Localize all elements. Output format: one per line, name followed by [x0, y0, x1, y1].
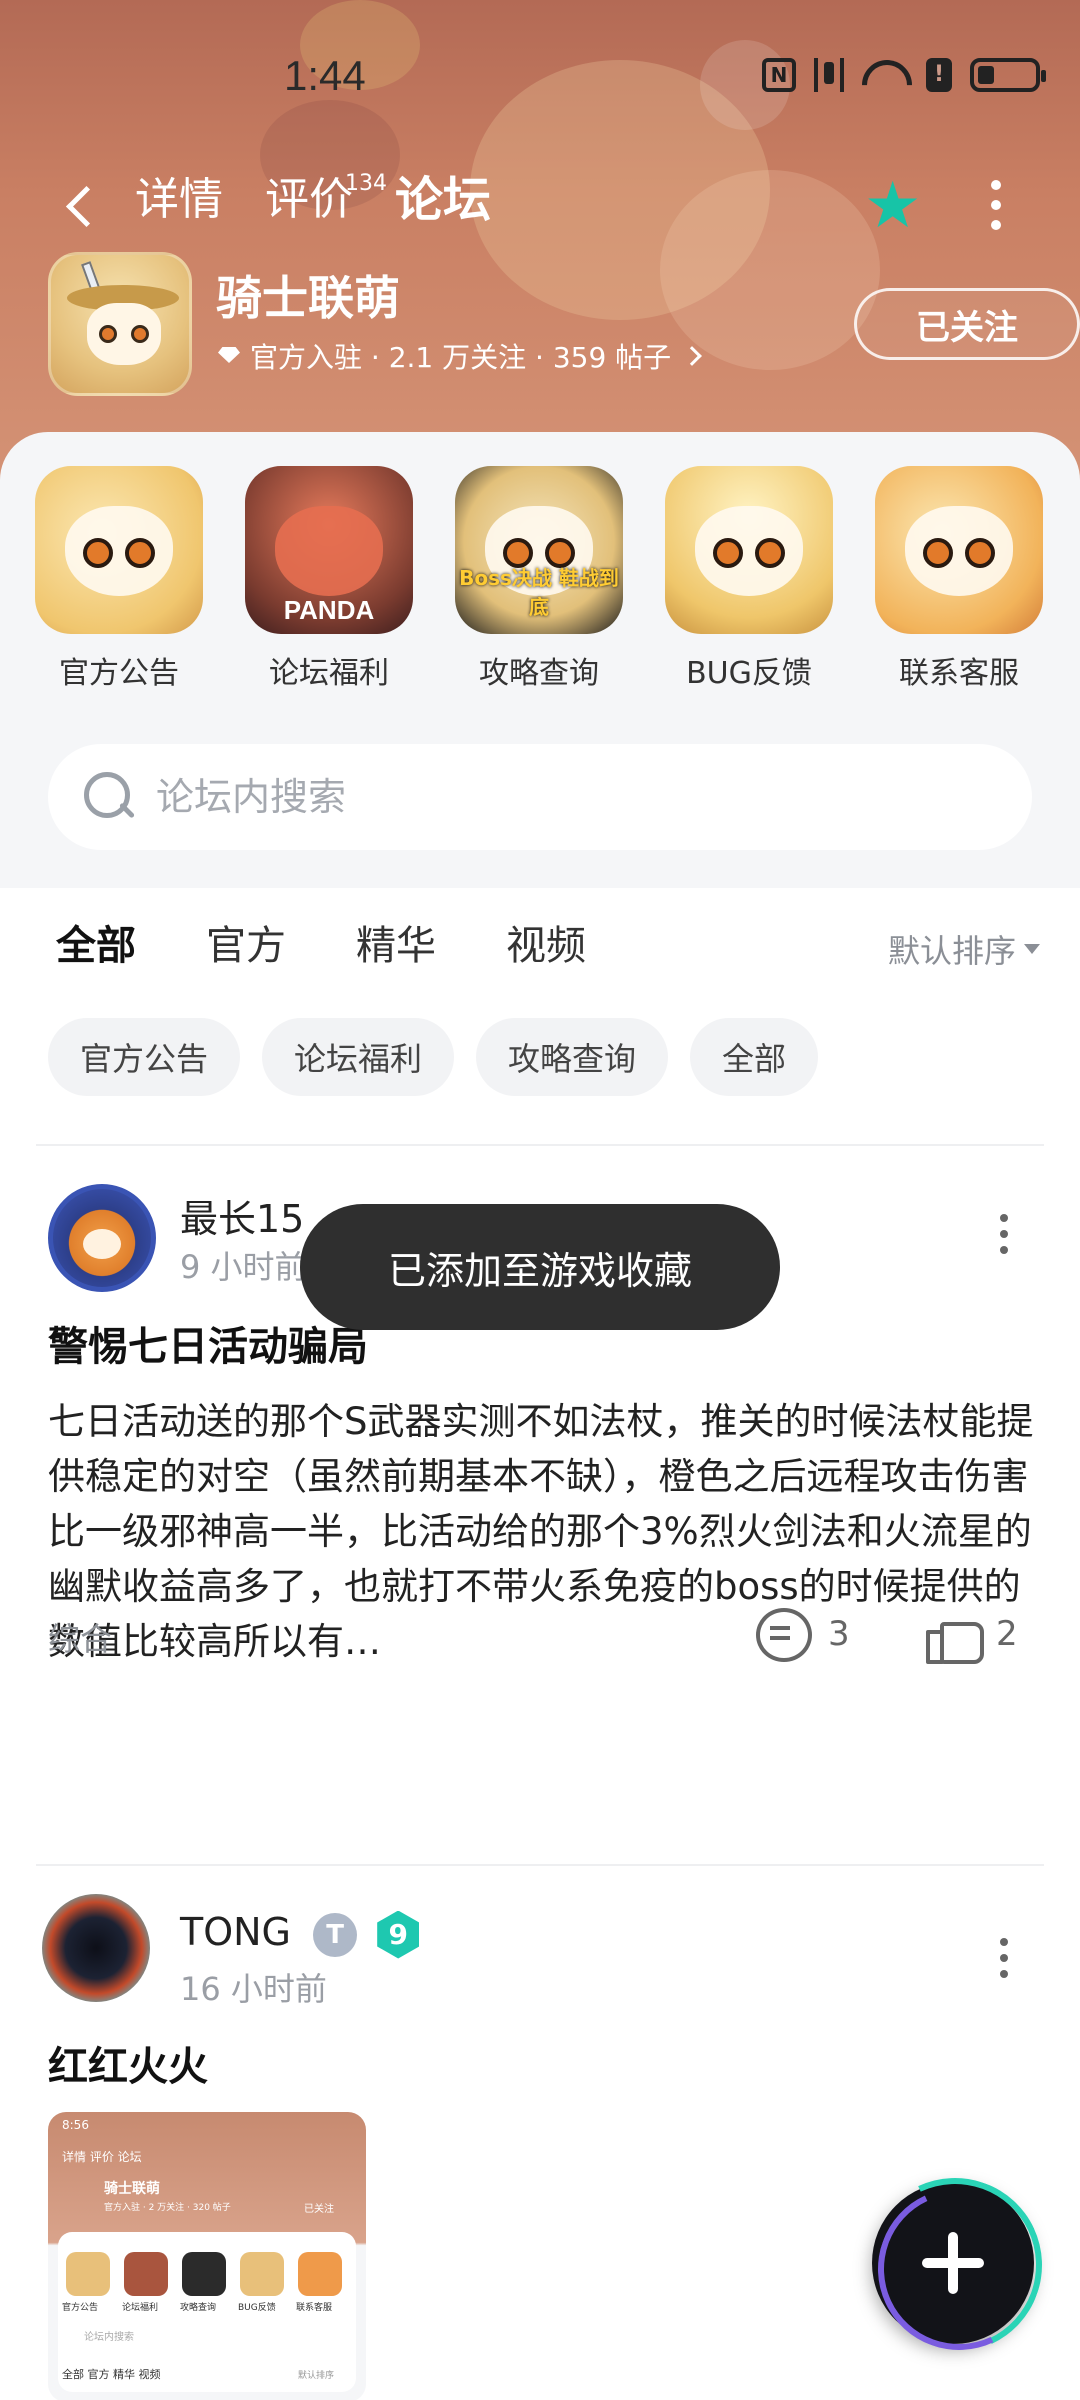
quick-links: 官方公告 PANDA 论坛福利 Boss决战 鞋战到底 攻略查询 BUG反馈 联… — [0, 466, 1080, 706]
avatar[interactable] — [42, 1894, 150, 2002]
top-nav: 详情 评价 134 论坛 ★ — [0, 160, 1080, 250]
post-body[interactable]: 七日活动送的那个S武器实测不如法杖，推关的时候法杖能提供稳定的对空（虽然前期基本… — [48, 1394, 1038, 1669]
more-options-icon[interactable] — [988, 180, 1004, 230]
chip-guide[interactable]: 攻略查询 — [476, 1018, 669, 1096]
chip-announcement[interactable]: 官方公告 — [48, 1018, 241, 1096]
support-image — [875, 466, 1043, 634]
comment-count: 3 — [828, 1614, 850, 1654]
quick-link-bug-report[interactable]: BUG反馈 — [644, 466, 854, 692]
alert-icon: ! — [926, 58, 952, 92]
chevron-right-icon — [682, 346, 703, 366]
diamond-icon — [216, 345, 242, 367]
welfare-image: PANDA — [245, 466, 413, 634]
chip-all[interactable]: 全部 — [690, 1018, 819, 1096]
guide-image: Boss决战 鞋战到底 — [455, 466, 623, 634]
quick-link-support[interactable]: 联系客服 — [854, 466, 1064, 692]
post-author[interactable]: 最长15 — [180, 1188, 304, 1243]
create-post-fab[interactable] — [872, 2182, 1034, 2344]
status-bar: 1:44 N ! — [0, 40, 1080, 110]
wifi-icon — [862, 58, 908, 92]
tab-details[interactable]: 详情 — [135, 170, 223, 230]
favorite-star-button[interactable]: ★ — [864, 174, 928, 238]
divider — [36, 1864, 1044, 1866]
bug-report-image — [665, 466, 833, 634]
back-arrow-icon[interactable] — [60, 180, 100, 230]
game-logo[interactable] — [48, 252, 192, 396]
tab-reviews[interactable]: 评价 134 — [265, 170, 387, 230]
filter-tab-all[interactable]: 全部 — [56, 918, 136, 974]
search-input[interactable] — [156, 772, 976, 822]
announcement-image — [35, 466, 203, 634]
battery-icon — [970, 58, 1046, 92]
post-title[interactable]: 警惕七日活动骗局 — [48, 1314, 368, 1372]
user-badge: T — [313, 1912, 358, 1957]
category-chips: 官方公告 论坛福利 攻略查询 全部 — [48, 1018, 819, 1096]
level-badge: 9 — [377, 1910, 420, 1959]
sort-label: 默认排序 — [887, 932, 1016, 970]
filter-tab-featured[interactable]: 精华 — [356, 918, 436, 974]
divider — [36, 1144, 1044, 1146]
search-icon — [82, 770, 136, 824]
forum-search-box[interactable] — [48, 744, 1032, 850]
tab-forum[interactable]: 论坛 — [395, 170, 492, 230]
comment-icon — [756, 1608, 812, 1662]
vibrate-icon — [814, 58, 844, 92]
plus-icon — [922, 2232, 984, 2294]
post-time: 16 小时前 — [180, 1970, 327, 2008]
filter-tabs: 全部 官方 精华 视频 — [56, 918, 656, 974]
toast-message: 已添加至游戏收藏 — [300, 1204, 780, 1330]
post-author[interactable]: TONG — [180, 1910, 291, 1954]
page-tabs: 详情 评价 134 论坛 — [135, 170, 533, 230]
quick-link-guide[interactable]: Boss决战 鞋战到底 攻略查询 — [434, 466, 644, 692]
like-button[interactable]: 2 — [926, 1608, 1018, 1664]
like-count: 2 — [996, 1614, 1018, 1654]
post-more-icon[interactable] — [998, 1938, 1010, 1978]
post-category-tag[interactable]: 综合 — [48, 1614, 112, 1660]
sort-dropdown[interactable]: 默认排序 — [888, 926, 1040, 972]
post-more-icon[interactable] — [998, 1214, 1010, 1254]
post-author-row: TONG T 9 — [180, 1910, 420, 1959]
game-title: 骑士联萌 — [216, 271, 400, 325]
filter-tab-official[interactable]: 官方 — [206, 918, 286, 974]
post-time: 9 小时前 — [180, 1248, 307, 1286]
follow-button[interactable]: 已关注 — [854, 288, 1080, 360]
reviews-count: 134 — [345, 171, 387, 196]
post-list-area: 全部 官方 精华 视频 默认排序 官方公告 论坛福利 攻略查询 全部 最长15 … — [0, 888, 1080, 2400]
filter-tab-video[interactable]: 视频 — [506, 918, 586, 974]
nfc-icon: N — [762, 58, 796, 92]
avatar[interactable] — [48, 1184, 156, 1292]
chip-welfare[interactable]: 论坛福利 — [262, 1018, 455, 1096]
quick-link-welfare[interactable]: PANDA 论坛福利 — [224, 466, 434, 692]
status-time: 1:44 — [284, 52, 366, 99]
game-meta-text: 官方入驻 · 2.1 万关注 · 359 帖子 — [250, 341, 672, 374]
thumbs-up-icon — [926, 1608, 984, 1664]
star-icon: ★ — [864, 169, 922, 243]
post-title[interactable]: 红红火火 — [48, 2034, 208, 2092]
quick-link-announcement[interactable]: 官方公告 — [14, 466, 224, 692]
game-info: 骑士联萌 官方入驻 · 2.1 万关注 · 359 帖子 已关注 — [48, 252, 1080, 398]
caret-down-icon — [1024, 944, 1040, 954]
comment-button[interactable]: 3 — [756, 1608, 850, 1662]
post-image-thumbnail[interactable]: 8:56 详情 评价 论坛 骑士联萌 官方入驻 · 2 万关注 · 320 帖子… — [48, 2112, 366, 2400]
game-meta[interactable]: 官方入驻 · 2.1 万关注 · 359 帖子 — [216, 336, 703, 376]
